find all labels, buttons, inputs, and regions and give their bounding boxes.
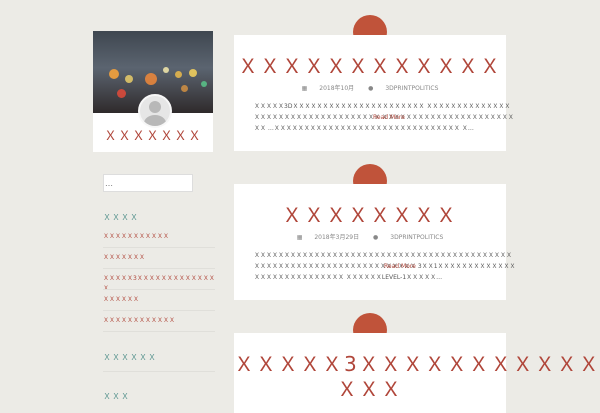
avatar[interactable] [138,94,172,128]
post-author[interactable]: 3DPRINTPOLITICS [385,85,438,92]
post-date[interactable]: 2018年3月29日 [314,234,359,241]
bokeh-light [163,67,169,73]
calendar-icon: ▦ [301,85,308,92]
divider [103,310,215,311]
divider [103,247,215,248]
bokeh-light [125,75,133,83]
widget-title: ＸＸＸＸ [103,213,139,222]
bokeh-light [109,69,119,79]
sidebar: ＸＸＸＸＸＸＸ ＸＸＸＸ ＸＸＸＸＸＸＸＸＸＸＸ ＸＸＸＸＸＸＸ ＸＸＸＸＸ3Ｘ… [93,31,215,401]
user-icon: ● [373,234,379,241]
search-input[interactable] [103,174,193,192]
bokeh-light [117,89,126,98]
sidebar-link[interactable]: ＸＸＸＸＸＸ [103,295,215,305]
bokeh-light [145,73,157,85]
profile-card: ＸＸＸＸＸＸＸ [93,31,213,152]
site-title[interactable]: ＸＸＸＸＸＸＸ [93,125,213,144]
divider [103,289,215,290]
post-title[interactable]: ＸＸＸＸＸＸＸＸ [234,199,506,228]
widget-title: ＸＸＸ [103,392,130,401]
user-icon: ● [368,85,374,92]
bokeh-light [201,81,207,87]
sidebar-link[interactable]: ＸＸＸＸＸ3ＸＸＸＸＸＸＸＸＸＸＸＸＸＸ [103,274,215,294]
post-meta: ▦ 2018年3月29日 ● 3DPRINTPOLITICS [234,232,506,241]
divider [103,331,215,332]
post-card: ＸＸＸＸＸ3ＸＸＸＸＸＸＸＸＸＸＸＸ ＸＸＸ [234,333,600,413]
sidebar-link[interactable]: ＸＸＸＸＸＸＸ [103,253,215,263]
bokeh-light [181,85,188,92]
post-title-line2[interactable]: ＸＸＸ [234,373,506,402]
post-meta: ▦ 2018年10月 ● 3DPRINTPOLITICS [234,83,506,92]
read-more-link[interactable]: Read More [373,112,506,123]
sidebar-link[interactable]: ＸＸＸＸＸＸＸＸＸＸＸ [103,232,215,242]
post-card: ＸＸＸＸＸＸＸＸ ▦ 2018年3月29日 ● 3DPRINTPOLITICS ＸＸ… [234,184,516,300]
widget-title: ＸＸＸＸＸＸ [103,353,157,362]
post-card: ＸＸＸＸＸＸＸＸＸＸＸＸ ▦ 2018年10月 ● 3DPRINTPOLITICS … [234,35,514,151]
bokeh-light [189,69,197,77]
sidebar-link[interactable]: ＸＸＸＸＸＸＸＸＸＸＸＸ [103,316,215,326]
post-date[interactable]: 2018年10月 [319,85,354,92]
post-author[interactable]: 3DPRINTPOLITICS [390,234,443,241]
read-more-text[interactable]: Read More [384,263,416,270]
divider [103,268,215,269]
post-title[interactable]: ＸＸＸＸＸＸＸＸＸＸＸＸ [234,50,506,79]
bokeh-light [175,71,182,78]
read-more-link[interactable]: Read More [384,261,506,272]
divider [103,371,215,372]
calendar-icon: ▦ [296,234,303,241]
read-more-text[interactable]: Read More [373,114,405,121]
